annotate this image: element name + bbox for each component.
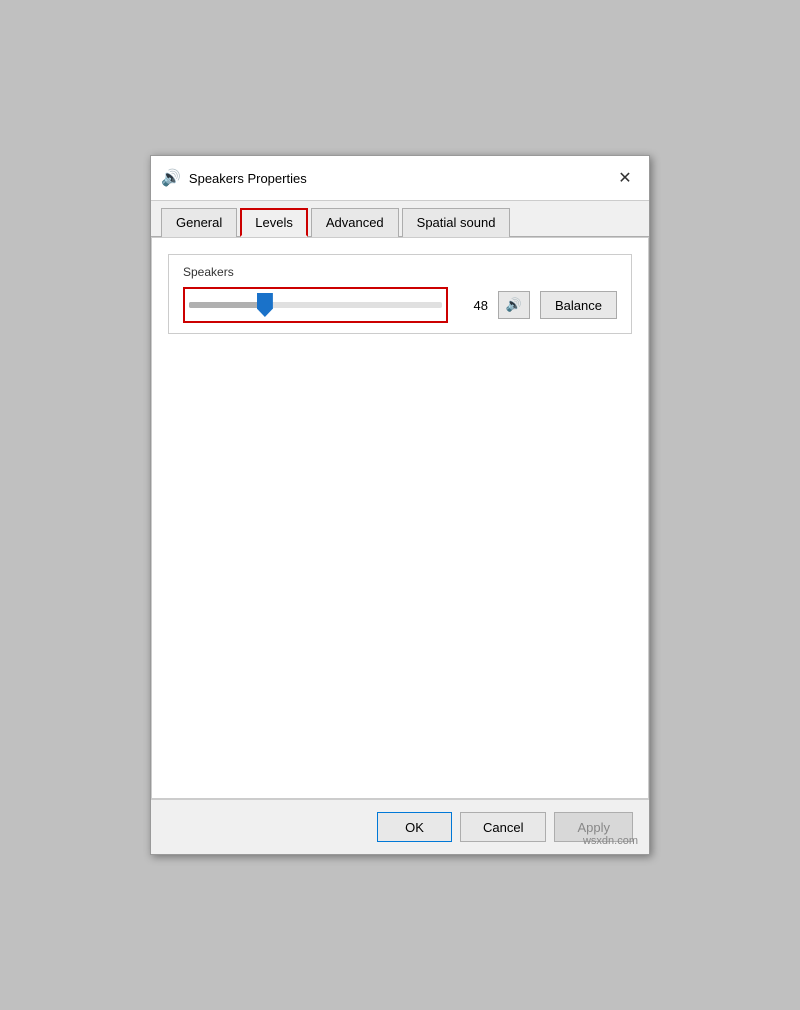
- tab-levels[interactable]: Levels: [240, 208, 308, 237]
- tab-advanced[interactable]: Advanced: [311, 208, 399, 237]
- slider-thumb[interactable]: [257, 293, 273, 317]
- ok-button[interactable]: OK: [377, 812, 452, 842]
- speaker-icon: 🔊: [161, 168, 181, 188]
- balance-button[interactable]: OK Balance: [540, 291, 617, 319]
- speakers-section: Speakers 48 🔊 OK Balance: [168, 254, 632, 334]
- footer: OK Cancel Apply: [151, 799, 649, 854]
- content-area: Speakers 48 🔊 OK Balance: [151, 237, 649, 799]
- close-button[interactable]: ✕: [611, 164, 639, 192]
- speakers-label: Speakers: [183, 265, 617, 279]
- speakers-row: 48 🔊 OK Balance: [183, 287, 617, 323]
- tab-spatial-sound[interactable]: Spatial sound: [402, 208, 511, 237]
- cancel-button[interactable]: Cancel: [460, 812, 546, 842]
- window-title: Speakers Properties: [189, 171, 611, 186]
- tabs-bar: General Levels Advanced Spatial sound: [151, 201, 649, 237]
- speaker-volume-icon: 🔊: [506, 297, 522, 313]
- volume-value: 48: [458, 298, 488, 313]
- volume-slider-container: [183, 287, 448, 323]
- watermark: wsxdn.com: [583, 835, 638, 847]
- mute-button[interactable]: 🔊: [498, 291, 530, 319]
- speakers-properties-window: 🔊 Speakers Properties ✕ General Levels A…: [150, 155, 650, 855]
- tab-general[interactable]: General: [161, 208, 237, 237]
- title-bar: 🔊 Speakers Properties ✕: [151, 156, 649, 201]
- slider-track: [189, 302, 442, 308]
- empty-area: [168, 344, 632, 744]
